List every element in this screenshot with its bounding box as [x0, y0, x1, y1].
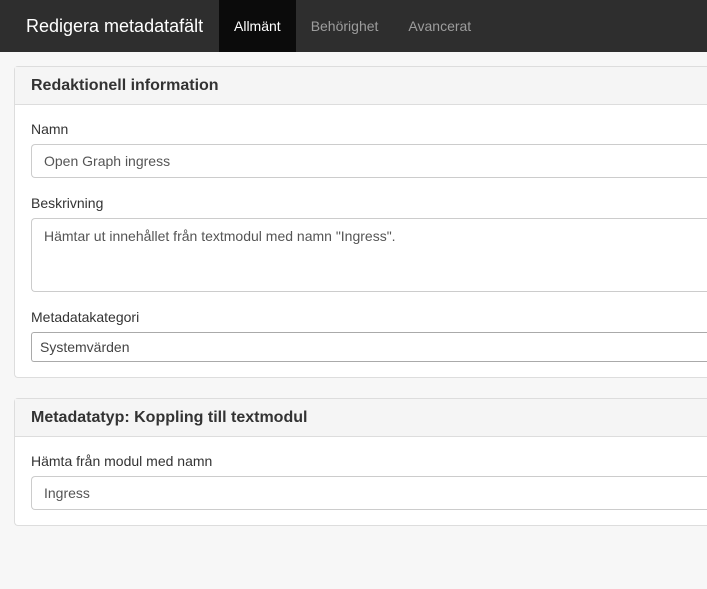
- module-label: Hämta från modul med namn: [31, 453, 213, 469]
- category-group: Metadatakategori Systemvärden: [31, 309, 707, 362]
- metadatatype-panel-heading: Metadatatyp: Koppling till textmodul: [15, 399, 707, 437]
- editorial-panel: Redaktionell information Namn Open Graph…: [14, 66, 707, 378]
- main-content: Redaktionell information Namn Open Graph…: [0, 52, 707, 526]
- tab-allmant[interactable]: Allmänt: [219, 0, 296, 52]
- metadatatype-panel: Metadatatyp: Koppling till textmodul Häm…: [14, 398, 707, 526]
- tab-behorighet[interactable]: Behörighet: [296, 0, 394, 52]
- tab-avancerat[interactable]: Avancerat: [393, 0, 486, 52]
- category-label: Metadatakategori: [31, 309, 140, 325]
- name-group: Namn Open Graph ingress: [31, 121, 707, 178]
- category-select[interactable]: Systemvärden: [31, 332, 707, 362]
- description-field[interactable]: Hämtar ut innehållet från textmodul med …: [31, 218, 707, 292]
- page-title: Redigera metadatafält: [26, 15, 204, 36]
- description-group: Beskrivning Hämtar ut innehållet från te…: [31, 195, 707, 292]
- module-group: Hämta från modul med namn Ingress: [31, 453, 707, 510]
- editorial-panel-heading: Redaktionell information: [15, 67, 707, 105]
- name-label: Namn: [31, 121, 69, 137]
- description-label: Beskrivning: [31, 195, 104, 211]
- metadatatype-panel-body: Hämta från modul med namn Ingress: [15, 437, 707, 525]
- top-navbar: Redigera metadatafält Allmänt Behörighet…: [0, 0, 707, 52]
- name-field[interactable]: Open Graph ingress: [31, 144, 707, 178]
- module-name-field[interactable]: Ingress: [31, 476, 707, 510]
- editorial-panel-body: Namn Open Graph ingress Beskrivning Hämt…: [15, 105, 707, 377]
